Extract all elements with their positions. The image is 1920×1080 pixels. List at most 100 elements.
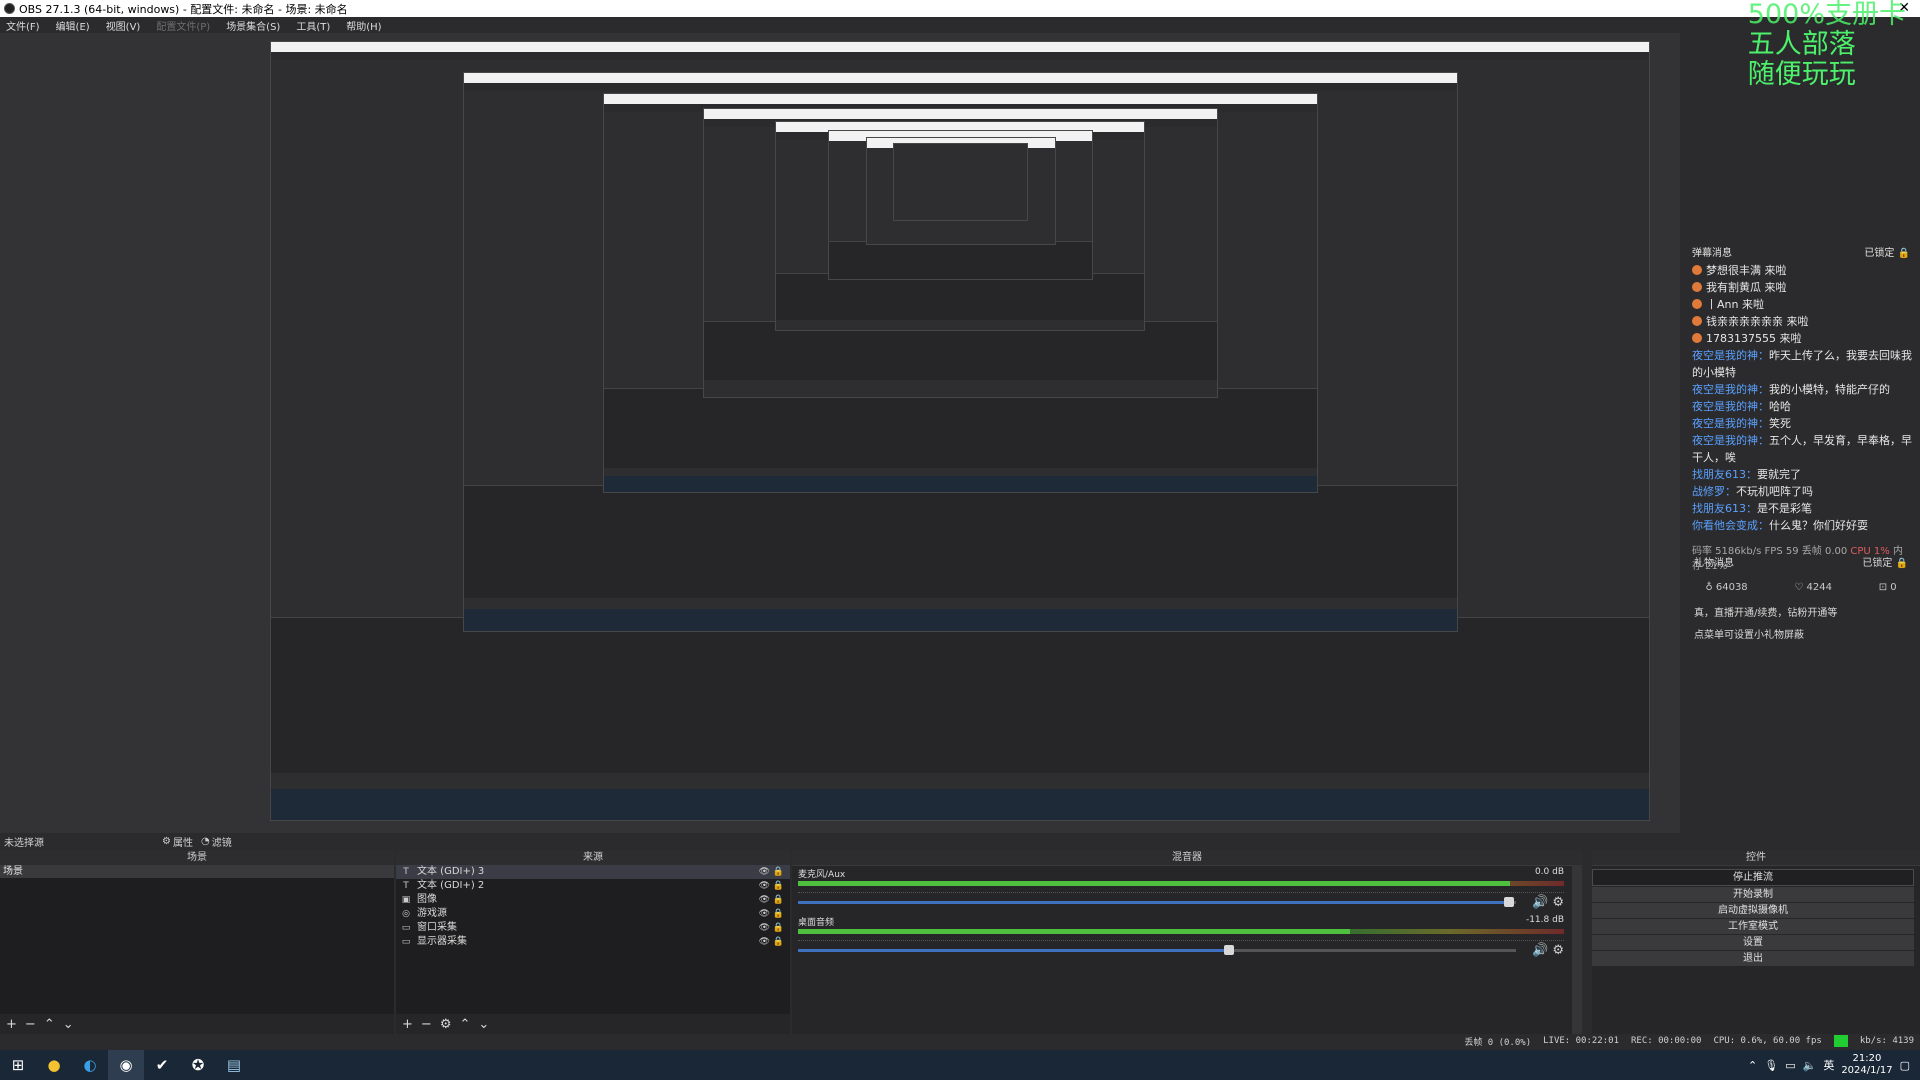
scene-item[interactable]: 场景 [0, 865, 394, 878]
start-recording-button[interactable]: 开始录制 [1592, 887, 1914, 902]
slider-thumb[interactable] [1503, 896, 1514, 907]
windows-start-icon[interactable]: ⊞ [0, 1050, 36, 1080]
user-avatar-icon [1692, 282, 1702, 292]
menu-profile: 配置文件(P) [156, 21, 211, 33]
danmaku-message: 丨Ann 来啦 [1682, 296, 1920, 313]
gear-icon[interactable]: ⚙ [1552, 943, 1564, 958]
gear-icon: ⚙ [162, 835, 171, 847]
danmaku-user: 夜空是我的神： [1692, 434, 1769, 447]
speaker-icon[interactable]: 🔈 [1803, 1059, 1817, 1072]
volume-slider[interactable] [798, 944, 1517, 955]
danmaku-message: 战修罗：不玩机吧阵了吗 [1682, 483, 1920, 500]
visibility-eye-icon[interactable]: 👁 [759, 935, 770, 949]
microphone-icon[interactable]: 🎙 [1764, 1059, 1778, 1072]
source-item[interactable]: ▭ 窗口采集 👁 🔒 [396, 921, 790, 935]
source-item[interactable]: T 文本 (GDI+) 3 👁 🔒 [396, 865, 790, 879]
studio-mode-button[interactable]: 工作室模式 [1592, 919, 1914, 934]
mixer-scrollbar[interactable] [1572, 865, 1582, 1034]
danmaku-message: 梦想很丰满 来啦 [1682, 262, 1920, 279]
gear-icon[interactable]: ⚙ [440, 1017, 452, 1032]
obs-icon[interactable]: ◉ [108, 1050, 144, 1080]
move-down-icon[interactable]: ⌄ [63, 1017, 74, 1032]
danmaku-message: 夜空是我的神：笑死 [1682, 415, 1920, 432]
channel-db: 0.0 dB [1534, 867, 1564, 877]
speaker-icon[interactable]: 🔊 [1532, 943, 1548, 958]
danmaku-message: 夜空是我的神：哈哈 [1682, 398, 1920, 415]
lock-icon[interactable]: 🔒 [773, 935, 784, 949]
visibility-eye-icon[interactable]: 👁 [759, 879, 770, 893]
channel-name: 麦克风/Aux [798, 870, 846, 880]
ime-indicator[interactable]: 英 [1823, 1057, 1834, 1073]
remove-icon[interactable]: − [421, 1017, 432, 1032]
menu-scene-collection[interactable]: 场景集合(S) [226, 18, 280, 33]
window-capture-icon: ▭ [401, 923, 411, 933]
visibility-eye-icon[interactable]: 👁 [759, 907, 770, 921]
steam-icon[interactable]: ✔ [144, 1050, 180, 1080]
danmaku-locked[interactable]: 已锁定 [1864, 248, 1894, 259]
filters-button[interactable]: ◔ 滤镜 [201, 834, 232, 849]
edge-icon[interactable]: ◐ [72, 1050, 108, 1080]
gift-locked[interactable]: 已锁定 [1862, 558, 1892, 569]
volume-slider[interactable] [798, 896, 1517, 907]
danmaku-header: 弹幕消息 已锁定 🔒 [1682, 240, 1920, 262]
visibility-eye-icon[interactable]: 👁 [759, 921, 770, 935]
visibility-eye-icon[interactable]: 👁 [759, 865, 770, 879]
lock-icon[interactable]: 🔒 [773, 879, 784, 893]
remove-icon[interactable]: − [25, 1017, 36, 1032]
danmaku-message: 1783137555 来啦 [1682, 330, 1920, 347]
game-launcher-icon[interactable]: ✪ [180, 1050, 216, 1080]
game-capture-icon: ◎ [402, 909, 410, 919]
source-item[interactable]: ▭ 显示器采集 👁 🔒 [396, 935, 790, 949]
menu-tools[interactable]: 工具(T) [296, 18, 330, 33]
chevron-up-icon[interactable]: ⌃ [1748, 1059, 1757, 1072]
sources-footer: + − ⚙ ⌃ ⌄ [396, 1014, 790, 1034]
danmaku-text: 梦想很丰满 来啦 [1706, 264, 1787, 277]
lock-icon[interactable]: 🔒 [1898, 248, 1910, 259]
start-virtual-camera-button[interactable]: 启动虚拟摄像机 [1592, 903, 1914, 918]
chrome-icon[interactable]: ● [36, 1050, 72, 1080]
move-up-icon[interactable]: ⌃ [459, 1017, 470, 1032]
slider-thumb[interactable] [1223, 944, 1234, 955]
danmaku-user: 夜空是我的神： [1692, 349, 1769, 362]
properties-button[interactable]: ⚙ 属性 [162, 834, 193, 849]
lock-icon[interactable]: 🔒 [773, 907, 784, 921]
gear-icon[interactable]: ⚙ [1552, 895, 1564, 910]
move-up-icon[interactable]: ⌃ [44, 1017, 55, 1032]
lock-icon[interactable]: 🔒 [773, 865, 784, 879]
danmaku-text: 钱亲亲亲亲亲亲 来啦 [1706, 315, 1809, 328]
menu-file[interactable]: 文件(F) [6, 18, 40, 33]
menu-view[interactable]: 视图(V) [106, 18, 141, 33]
like-count: 64038 [1715, 582, 1748, 593]
lock-icon[interactable]: 🔒 [1896, 558, 1908, 569]
danmaku-user: 找朋友613： [1692, 468, 1757, 481]
like-icon: ♁ [1705, 582, 1713, 593]
stop-streaming-button[interactable]: 停止推流 [1592, 869, 1914, 886]
preview-canvas[interactable] [0, 33, 1680, 833]
lock-icon[interactable]: 🔒 [773, 893, 784, 907]
menu-edit[interactable]: 编辑(E) [56, 18, 90, 33]
channel-header: 桌面音频 -11.8 dB [798, 915, 1564, 928]
visibility-eye-icon[interactable]: 👁 [759, 893, 770, 907]
move-down-icon[interactable]: ⌄ [478, 1017, 489, 1032]
menu-help[interactable]: 帮助(H) [346, 18, 381, 33]
controls-title: 控件 [1592, 851, 1920, 866]
heart-count: 4244 [1806, 582, 1832, 593]
source-item[interactable]: T 文本 (GDI+) 2 👁 🔒 [396, 879, 790, 893]
source-label: 文本 (GDI+) 3 [417, 866, 485, 877]
clock-date: 2024/1/17 [1841, 1065, 1893, 1076]
exit-button[interactable]: 退出 [1592, 951, 1914, 966]
add-icon[interactable]: + [402, 1017, 413, 1032]
settings-button[interactable]: 设置 [1592, 935, 1914, 950]
lock-icon[interactable]: 🔒 [773, 921, 784, 935]
notepad-icon[interactable]: ▤ [216, 1050, 252, 1080]
add-icon[interactable]: + [6, 1017, 17, 1032]
speaker-icon[interactable]: 🔊 [1532, 895, 1548, 910]
clock[interactable]: 21:20 2024/1/17 [1841, 1053, 1892, 1077]
network-icon[interactable]: ▭ [1785, 1059, 1795, 1072]
source-item[interactable]: ◎ 游戏源 👁 🔒 [396, 907, 790, 921]
source-item[interactable]: ▣ 图像 👁 🔒 [396, 893, 790, 907]
overlay-line-1: 500%支册卡 [1747, 0, 1906, 30]
danmaku-message: 夜空是我的神：昨天上传了么，我要去回味我 [1682, 347, 1920, 364]
notification-icon[interactable]: ▢ [1900, 1059, 1910, 1072]
channel-name: 桌面音频 [798, 918, 835, 928]
